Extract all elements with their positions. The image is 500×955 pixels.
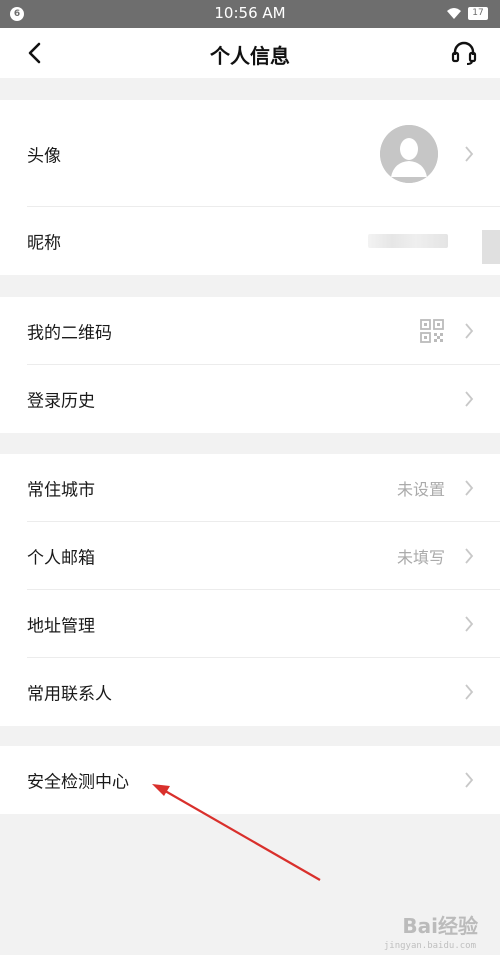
- chevron-right-icon: [465, 684, 474, 700]
- avatar[interactable]: [380, 124, 438, 183]
- city-label: 常住城市: [27, 480, 95, 501]
- email-value: 未填写: [396, 548, 445, 567]
- nickname-value-blurred: [368, 234, 448, 248]
- qrcode-label: 我的二维码: [27, 323, 112, 344]
- contacts-row[interactable]: 常用联系人: [0, 658, 500, 726]
- wifi-icon: [447, 8, 461, 19]
- security-center-label: 安全检测中心: [27, 772, 129, 793]
- battery-indicator: 17: [468, 7, 488, 20]
- login-history-row[interactable]: 登录历史: [0, 365, 500, 433]
- security-center-row[interactable]: 安全检测中心: [0, 746, 500, 814]
- page-title: 个人信息: [210, 44, 290, 68]
- city-value: 未设置: [396, 480, 445, 499]
- nav-bar: 个人信息: [0, 28, 500, 78]
- security-group: 安全检测中心: [0, 746, 500, 814]
- nickname-row[interactable]: 昵称: [0, 207, 500, 275]
- account-group: 我的二维码 登录历史: [0, 297, 500, 433]
- address-row[interactable]: 地址管理: [0, 590, 500, 658]
- chevron-right-icon: [465, 391, 474, 407]
- headset-icon[interactable]: [450, 39, 478, 67]
- chevron-right-icon: [465, 323, 474, 339]
- details-group: 常住城市 未设置 个人邮箱 未填写 地址管理 常用联系人: [0, 454, 500, 726]
- chevron-right-icon: [465, 480, 474, 496]
- nickname-label: 昵称: [27, 233, 61, 254]
- login-history-label: 登录历史: [27, 391, 95, 412]
- avatar-row[interactable]: 头像: [0, 100, 500, 207]
- email-row[interactable]: 个人邮箱 未填写: [0, 522, 500, 590]
- address-label: 地址管理: [27, 616, 95, 637]
- chevron-right-icon: [465, 616, 474, 632]
- qrcode-icon: [420, 319, 444, 343]
- status-bar: 6 10:56 AM 17: [0, 0, 500, 28]
- chevron-right-icon: [465, 548, 474, 564]
- chevron-right-icon: [465, 145, 474, 162]
- city-row[interactable]: 常住城市 未设置: [0, 454, 500, 522]
- watermark-url: jingyan.baidu.com: [383, 941, 476, 951]
- user-silhouette-icon: [380, 124, 438, 183]
- avatar-label: 头像: [27, 146, 61, 166]
- contacts-label: 常用联系人: [27, 684, 112, 705]
- qrcode-row[interactable]: 我的二维码: [0, 297, 500, 365]
- email-label: 个人邮箱: [27, 548, 95, 569]
- watermark-logo: Bai经验: [402, 914, 478, 938]
- profile-group: 头像 昵称: [0, 100, 500, 275]
- scrollbar[interactable]: [482, 230, 500, 264]
- chevron-right-icon: [465, 772, 474, 788]
- status-time: 10:56 AM: [214, 4, 286, 22]
